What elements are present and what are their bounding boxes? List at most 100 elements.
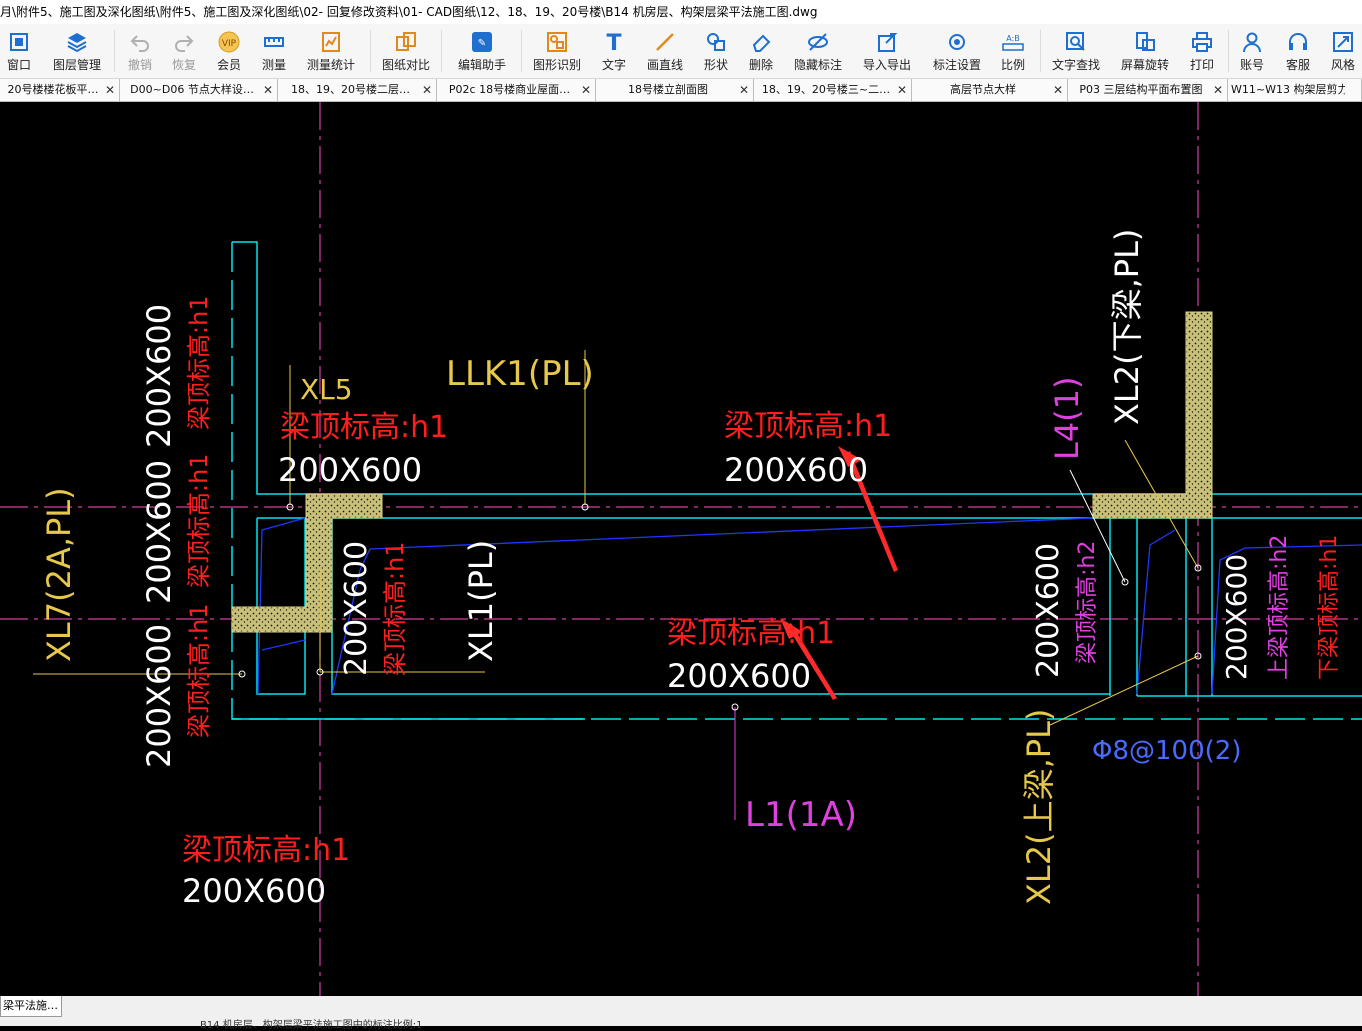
toolbar-button-scale[interactable]: A:B 比例 bbox=[983, 24, 1043, 78]
text-search-icon bbox=[1064, 30, 1088, 54]
drawing-tab-label: 18号楼立剖面图 bbox=[628, 83, 708, 96]
import-export-icon bbox=[875, 30, 899, 54]
toolbar-button-label: 恢复 bbox=[171, 58, 196, 72]
label-size: 200X600 bbox=[724, 451, 868, 489]
svg-text:✎: ✎ bbox=[478, 38, 486, 49]
headset-icon bbox=[1286, 30, 1310, 54]
toolbar-button-label: 图纸对比 bbox=[381, 58, 430, 72]
label-size-vertical: 200X600 bbox=[140, 624, 178, 768]
label-beam-top-h1: 梁顶标高:h1 bbox=[667, 616, 835, 651]
drawing-tab-label: 高层节点大样 bbox=[950, 83, 1016, 96]
toolbar-button-label: 删除 bbox=[748, 58, 773, 72]
toolbar-button-label: 客服 bbox=[1285, 58, 1310, 72]
label-beam-top-h1: 梁顶标高:h1 bbox=[724, 409, 892, 444]
label-xl2-upper: XL2(上梁,PL) bbox=[1020, 709, 1058, 905]
close-icon[interactable]: ✕ bbox=[1213, 79, 1223, 101]
drawing-tab-label: P03 三层结构平面布置图 bbox=[1079, 83, 1203, 96]
shape-icon bbox=[704, 30, 728, 54]
toolbar-button-label: 画直线 bbox=[646, 58, 683, 72]
close-icon[interactable]: ✕ bbox=[1053, 79, 1063, 101]
label-xl5: XL5 bbox=[300, 373, 353, 406]
toolbar-button-measure[interactable]: 测量 bbox=[244, 24, 304, 78]
label-beam-top-h1: 梁顶标高:h1 bbox=[182, 833, 350, 868]
toolbar-separator bbox=[1228, 30, 1229, 72]
toolbar-button-label: 文字查找 bbox=[1051, 58, 1100, 72]
close-icon[interactable]: ✕ bbox=[739, 79, 749, 101]
toolbar-button-shape-recognition[interactable]: 图形识别 bbox=[527, 24, 587, 78]
drawing-tab-label: 20号楼楼花板平… bbox=[7, 83, 99, 96]
status-text: B14 机房层、构架层梁平法施工图中的标注比例:1 bbox=[200, 1020, 423, 1031]
account-icon bbox=[1240, 30, 1264, 54]
toolbar-button-label: 形状 bbox=[703, 58, 728, 72]
cad-canvas[interactable]: XL5 LLK1(PL) 梁顶标高:h1 200X600 梁顶标高:h1 200… bbox=[0, 102, 1362, 996]
label-xl1: XL1(PL) bbox=[462, 540, 500, 662]
close-icon[interactable]: ✕ bbox=[897, 79, 907, 101]
drawing-tab[interactable]: P03 三层结构平面布置图 ✕ bbox=[1068, 79, 1228, 101]
drawing-tab-bar: 20号楼楼花板平… ✕ D00~D06 节点大样设… ✕ 18、19、20号楼二层… ✕ P… bbox=[0, 79, 1362, 102]
open-file-tab[interactable]: 梁平法施… bbox=[0, 996, 62, 1017]
drawing-tab[interactable]: 18、19、20号楼二层… ✕ bbox=[278, 79, 437, 101]
toolbar-button-window[interactable]: 窗口 bbox=[0, 24, 49, 78]
toolbar-separator bbox=[441, 30, 442, 72]
toolbar-button-label: 窗口 bbox=[6, 58, 31, 72]
drawing-tab-label: 18、19、20号楼二层… bbox=[291, 83, 410, 96]
toolbar-button-label: 测量统计 bbox=[306, 58, 355, 72]
vip-icon: VIP bbox=[217, 30, 241, 54]
toolbar-button-label: 测量 bbox=[261, 58, 286, 72]
toolbar-button-label: 图形识别 bbox=[532, 58, 581, 72]
toolbar-button-style[interactable]: 风格 bbox=[1313, 24, 1362, 78]
label-size: 200X600 bbox=[182, 872, 326, 910]
toolbar-button-edit-assistant[interactable]: ✎ 编辑助手 bbox=[452, 24, 512, 78]
toolbar-button-text-search[interactable]: 文字查找 bbox=[1046, 24, 1106, 78]
label-xl7: XL7(2A,PL) bbox=[40, 487, 78, 662]
toolbar-button-label: 打印 bbox=[1189, 58, 1214, 72]
toolbar-button-eraser[interactable]: 删除 bbox=[731, 24, 791, 78]
close-icon[interactable]: ✕ bbox=[105, 79, 115, 101]
cad-drawing: XL5 LLK1(PL) 梁顶标高:h1 200X600 梁顶标高:h1 200… bbox=[0, 102, 1362, 996]
toolbar-button-label: 比例 bbox=[1000, 58, 1025, 72]
toolbar-separator bbox=[1040, 30, 1041, 72]
layers-icon bbox=[65, 30, 89, 54]
label-upper-beam-top: 上梁顶标高:h2 bbox=[1267, 535, 1292, 680]
hide-annotation-icon bbox=[806, 30, 830, 54]
drawing-tab[interactable]: 高层节点大样 ✕ bbox=[912, 79, 1068, 101]
label-beam-top-h1-vertical: 梁顶标高:h1 bbox=[185, 295, 213, 430]
svg-text:A:B: A:B bbox=[1006, 34, 1020, 43]
drawing-tab[interactable]: 18号楼立剖面图 ✕ bbox=[596, 79, 754, 101]
toolbar-button-label: 编辑助手 bbox=[457, 58, 506, 72]
toolbar-separator bbox=[370, 30, 371, 72]
drawing-tab-label: D00~D06 节点大样设… bbox=[130, 83, 254, 96]
edit-assistant-icon: ✎ bbox=[470, 30, 494, 54]
drawing-tab[interactable]: 20号楼楼花板平… ✕ bbox=[0, 79, 120, 101]
svg-text:VIP: VIP bbox=[222, 39, 237, 49]
close-icon[interactable]: ✕ bbox=[422, 79, 432, 101]
toolbar-button-compare[interactable]: 图纸对比 bbox=[376, 24, 436, 78]
toolbar-button-label: 撤销 bbox=[127, 58, 152, 72]
label-beam-top-h1-vertical: 梁顶标高:h1 bbox=[185, 603, 213, 738]
drawing-tab[interactable]: 18、19、20号楼三~二… ✕ bbox=[754, 79, 912, 101]
label-xl2-lower: XL2(下梁,PL) bbox=[1108, 229, 1146, 425]
close-icon[interactable]: ✕ bbox=[581, 79, 591, 101]
label-beam-top-h1: 梁顶标高:h1 bbox=[280, 410, 448, 445]
toolbar-button-annotation-settings[interactable]: 标注设置 bbox=[927, 24, 987, 78]
drawing-tab-label: P02c 18号楼商业屋面… bbox=[448, 83, 571, 96]
drawing-tab[interactable]: P02c 18号楼商业屋面… ✕ bbox=[437, 79, 596, 101]
close-icon[interactable]: ✕ bbox=[263, 79, 273, 101]
toolbar-button-hide-annotation[interactable]: 隐藏标注 bbox=[788, 24, 848, 78]
label-l4: L4(1) bbox=[1048, 376, 1086, 460]
drawing-tab[interactable]: W11~W13 构架层剪力… bbox=[1228, 79, 1362, 101]
drawing-tab[interactable]: D00~D06 节点大样设… ✕ bbox=[120, 79, 278, 101]
toolbar-button-layers[interactable]: 图层管理 bbox=[47, 24, 107, 78]
toolbar-button-label: 标注设置 bbox=[932, 58, 981, 72]
label-size-vertical: 200X600 bbox=[1031, 543, 1066, 678]
toolbar-button-import-export[interactable]: 导入导出 bbox=[857, 24, 917, 78]
measure-stats-icon bbox=[319, 30, 343, 54]
toolbar-button-label: 隐藏标注 bbox=[793, 58, 842, 72]
style-icon bbox=[1331, 30, 1355, 54]
label-l1: L1(1A) bbox=[745, 795, 857, 835]
toolbar-button-measure-stats[interactable]: 测量统计 bbox=[301, 24, 361, 78]
text-icon: T bbox=[602, 30, 626, 54]
label-size-vertical: 200X600 bbox=[140, 460, 178, 604]
line-icon bbox=[653, 30, 677, 54]
toolbar-button-screen-rotate[interactable]: 屏幕旋转 bbox=[1115, 24, 1175, 78]
